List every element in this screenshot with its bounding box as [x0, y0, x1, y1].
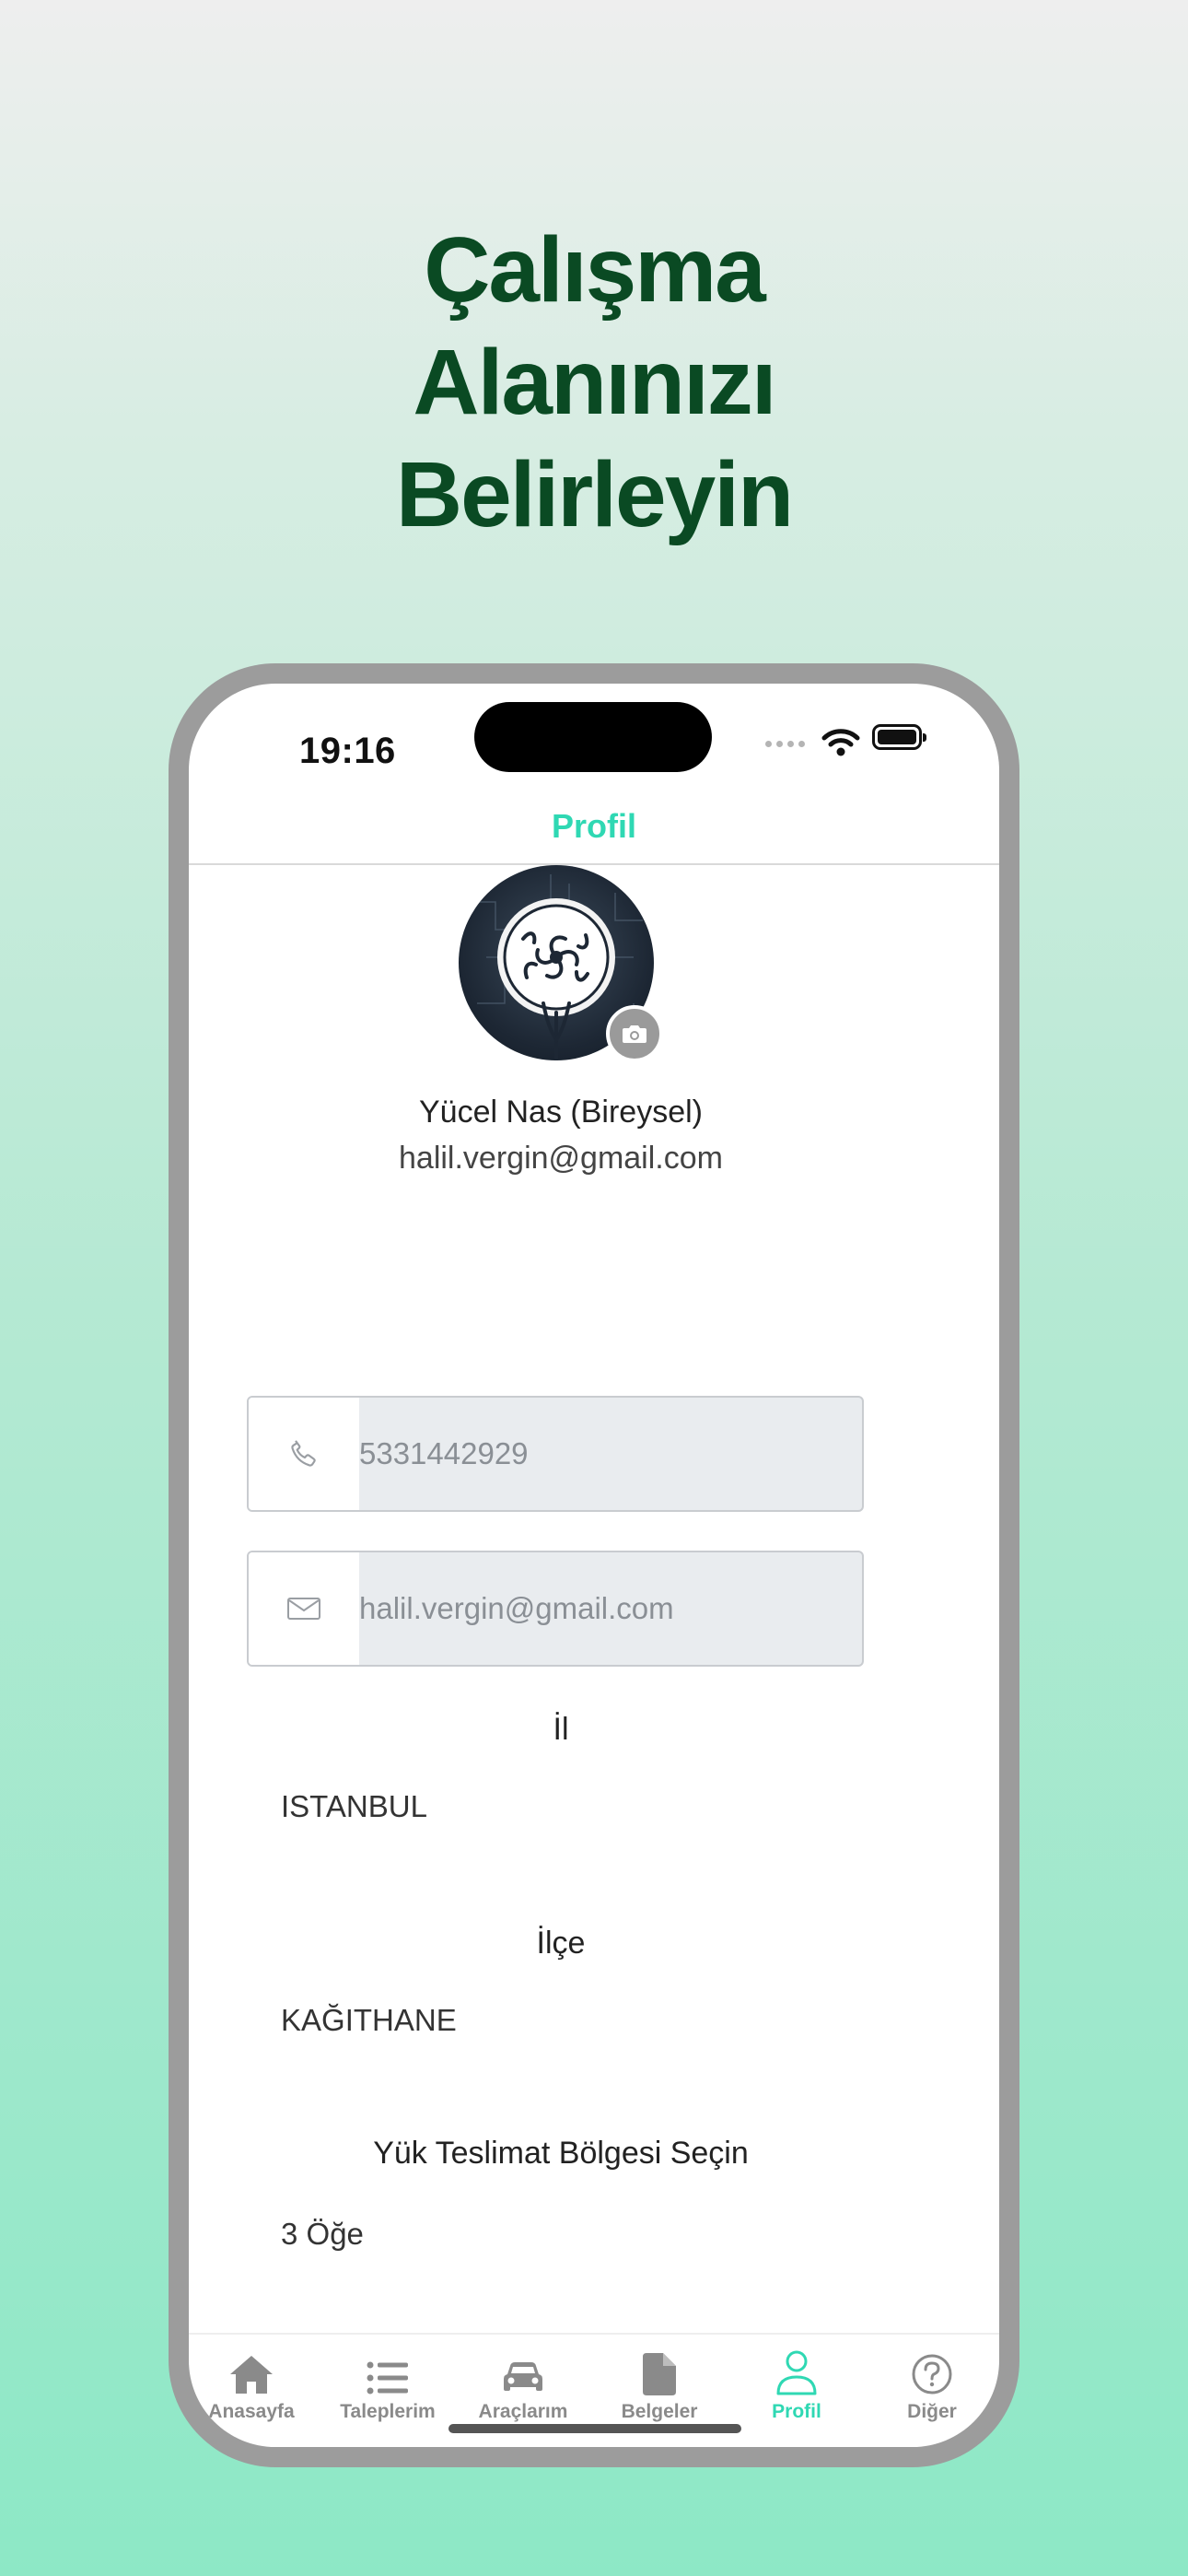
tab-diger[interactable]: Diğer: [865, 2342, 999, 2423]
dynamic-island: [474, 702, 712, 772]
tab-anasayfa[interactable]: Anasayfa: [189, 2342, 319, 2423]
district-label: İlçe: [536, 1926, 586, 1961]
tab-label: Anasayfa: [208, 2401, 295, 2422]
delivery-region-label: Yük Teslimat Bölgesi Seçin: [373, 2136, 749, 2171]
document-icon: [592, 2342, 727, 2395]
list-icon: [320, 2342, 455, 2395]
tab-label: Belgeler: [621, 2401, 698, 2422]
tabbar-divider: [189, 2333, 999, 2335]
wifi-icon: [821, 729, 860, 756]
phone-value: 5331442929: [359, 1436, 529, 1470]
phone-icon: [249, 1398, 359, 1510]
phone-frame: 19:16 Profil Yücel Nas (Bireysel) halil.…: [169, 663, 1019, 2467]
tab-label: Diğer: [907, 2401, 957, 2422]
tab-label: Taleplerim: [340, 2401, 436, 2422]
cellular-signal-icon: [765, 741, 805, 747]
tab-label: Araçlarım: [478, 2401, 568, 2422]
user-email: halil.vergin@gmail.com: [399, 1141, 723, 1176]
tab-taleplerim[interactable]: Taleplerim: [320, 2342, 455, 2423]
phone-field[interactable]: 5331442929: [247, 1396, 864, 1512]
tab-belgeler[interactable]: Belgeler: [592, 2342, 727, 2423]
tab-profil[interactable]: Profil: [729, 2342, 864, 2423]
province-label: İl: [553, 1712, 569, 1747]
person-icon: [729, 2342, 864, 2395]
delivery-region-select[interactable]: 3 Öğe: [281, 2217, 364, 2252]
headline-line-3: Belirleyin: [395, 443, 794, 546]
camera-icon: [623, 1025, 646, 1043]
battery-icon: [872, 724, 926, 750]
district-select[interactable]: KAĞITHANE: [281, 2003, 457, 2038]
tab-araclarim[interactable]: Araçlarım: [456, 2342, 590, 2423]
tab-label: Profil: [772, 2401, 821, 2422]
marketing-headline: Çalışma Alanınızı Belirleyin: [0, 214, 1188, 551]
question-icon: [865, 2342, 999, 2395]
headline-line-2: Alanınızı: [413, 331, 776, 434]
page-title: Profil: [551, 807, 636, 845]
user-name: Yücel Nas (Bireysel): [419, 1095, 703, 1130]
mail-icon: [249, 1552, 359, 1665]
change-photo-button[interactable]: [606, 1005, 663, 1062]
home-indicator[interactable]: [448, 2424, 741, 2433]
status-time: 19:16: [299, 731, 396, 771]
car-icon: [456, 2342, 590, 2395]
email-value: halil.vergin@gmail.com: [359, 1591, 674, 1625]
home-icon: [189, 2342, 319, 2395]
headline-line-1: Çalışma: [424, 218, 766, 322]
phone-screen: 19:16 Profil Yücel Nas (Bireysel) halil.…: [189, 684, 999, 2447]
province-select[interactable]: ISTANBUL: [281, 1789, 427, 1824]
email-field[interactable]: halil.vergin@gmail.com: [247, 1551, 864, 1667]
